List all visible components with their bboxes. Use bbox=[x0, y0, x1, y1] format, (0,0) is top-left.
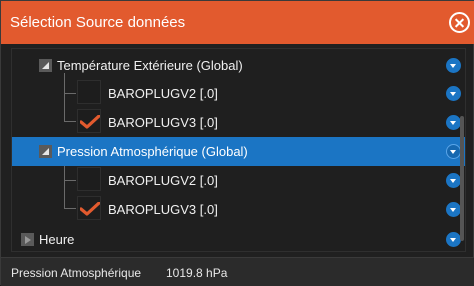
title-bar: Sélection Source données bbox=[1, 1, 474, 44]
source-tree: Température Extérieure (Global) BAROPLUG… bbox=[11, 48, 466, 252]
close-icon[interactable] bbox=[449, 12, 470, 33]
tree-group-label: Heure bbox=[39, 232, 75, 247]
dropdown-icon[interactable] bbox=[446, 202, 461, 217]
dropdown-icon[interactable] bbox=[446, 58, 461, 73]
checkmark-icon bbox=[80, 115, 100, 129]
scrollbar[interactable] bbox=[460, 116, 464, 241]
source-checkbox[interactable] bbox=[77, 109, 101, 133]
data-source-dialog: Sélection Source données Température Ext… bbox=[0, 0, 474, 286]
dropdown-icon[interactable] bbox=[446, 115, 461, 130]
expand-icon[interactable] bbox=[21, 233, 34, 246]
checkmark-icon bbox=[80, 202, 100, 216]
tree-group-temperature[interactable]: Température Extérieure (Global) bbox=[12, 51, 465, 80]
dropdown-icon[interactable] bbox=[446, 232, 461, 247]
dropdown-icon[interactable] bbox=[446, 173, 461, 188]
source-label: BAROPLUGV3 [.0] bbox=[108, 115, 218, 130]
tree-group-pressure[interactable]: Pression Atmosphérique (Global) bbox=[12, 137, 465, 166]
dialog-title: Sélection Source données bbox=[10, 14, 186, 31]
dropdown-icon[interactable] bbox=[446, 86, 461, 101]
dropdown-icon[interactable] bbox=[446, 144, 461, 159]
tree-source-row[interactable]: BAROPLUGV3 [.0] bbox=[12, 108, 465, 137]
tree-group-time[interactable]: Heure bbox=[12, 225, 465, 251]
status-label: Pression Atmosphérique bbox=[11, 266, 142, 280]
source-label: BAROPLUGV2 [.0] bbox=[108, 173, 218, 188]
collapse-icon[interactable] bbox=[39, 145, 52, 158]
tree-group-label: Pression Atmosphérique (Global) bbox=[57, 144, 248, 159]
source-checkbox[interactable] bbox=[77, 167, 101, 191]
tree-source-row[interactable]: BAROPLUGV2 [.0] bbox=[12, 79, 465, 108]
status-bar: Pression Atmosphérique 1019.8 hPa bbox=[1, 257, 474, 286]
source-label: BAROPLUGV2 [.0] bbox=[108, 86, 218, 101]
status-value: 1019.8 hPa bbox=[166, 266, 228, 280]
collapse-icon[interactable] bbox=[39, 59, 52, 72]
tree-group-label: Température Extérieure (Global) bbox=[57, 58, 243, 73]
source-label: BAROPLUGV3 [.0] bbox=[108, 202, 218, 217]
source-checkbox[interactable] bbox=[77, 80, 101, 104]
tree-source-row[interactable]: BAROPLUGV2 [.0] bbox=[12, 166, 465, 195]
tree-source-row[interactable]: BAROPLUGV3 [.0] bbox=[12, 195, 465, 224]
source-checkbox[interactable] bbox=[77, 196, 101, 220]
